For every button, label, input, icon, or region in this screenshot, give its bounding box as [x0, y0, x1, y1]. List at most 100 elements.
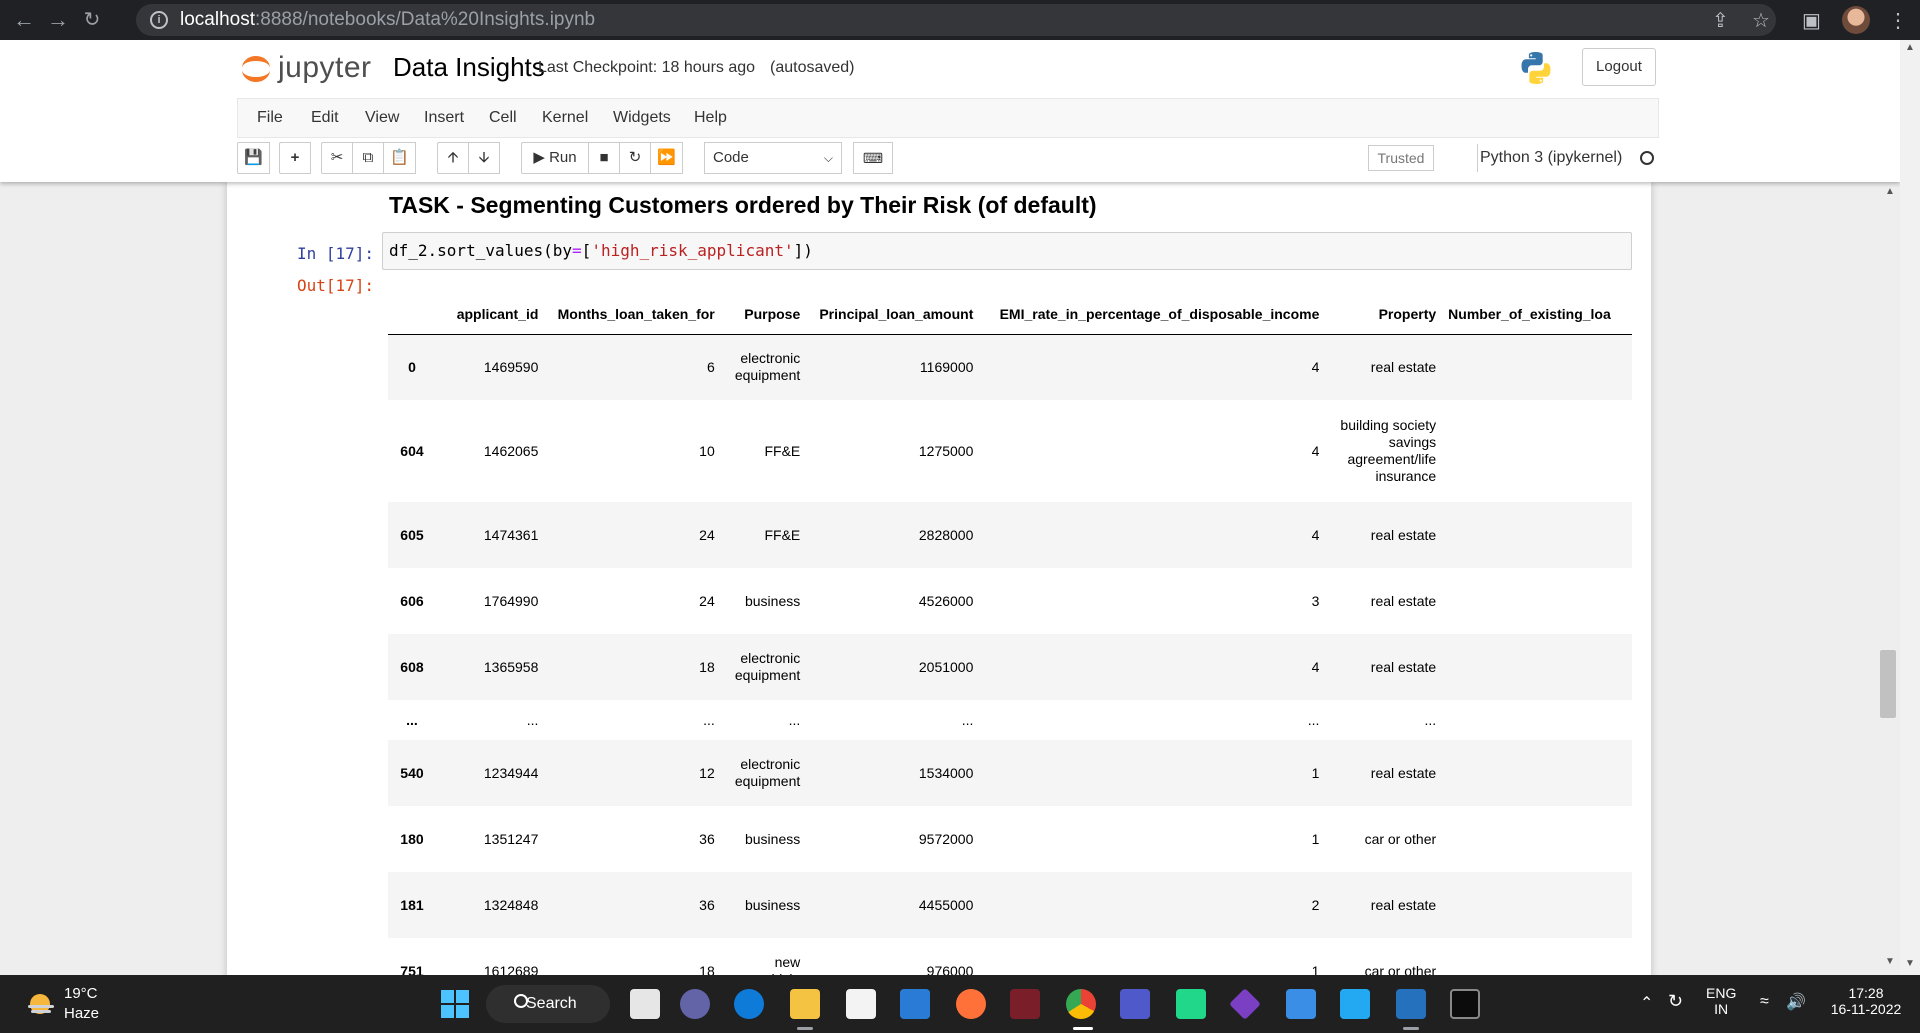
cell-purpose: new vehicle [757, 954, 801, 975]
taskbar-search[interactable]: Search [486, 985, 610, 1023]
language-indicator[interactable]: ENG IN [1706, 985, 1736, 1017]
tray-overflow-icon[interactable]: ⌃ [1640, 993, 1653, 1013]
interrupt-icon[interactable]: ■ [588, 142, 620, 174]
url-path: :8888/notebooks/Data%20Insights.ipynb [255, 9, 596, 30]
menu-help[interactable]: Help [694, 109, 727, 127]
share-icon[interactable]: ⇪ [1712, 8, 1729, 33]
reload-icon[interactable]: ↻ [78, 6, 106, 34]
pycharm-icon[interactable] [1176, 989, 1206, 1019]
cut-icon[interactable]: ✂ [321, 142, 353, 174]
column-header-existing-loans: Number_of_existing_loa [1448, 305, 1611, 322]
restart-run-all-icon[interactable]: ⏩ [650, 142, 683, 174]
menu-widgets[interactable]: Widgets [613, 109, 671, 127]
forward-icon[interactable]: → [44, 6, 72, 34]
column-header-index [388, 294, 436, 334]
browser-menu-icon[interactable]: ⋮ [1888, 8, 1908, 33]
chat-icon[interactable] [680, 989, 710, 1019]
page-scrollbar[interactable]: ▲ ▼ [1900, 40, 1920, 975]
column-header-months: Months_loan_taken_for [557, 305, 715, 322]
menu-cell[interactable]: Cell [489, 109, 517, 127]
terminal-icon[interactable] [1450, 989, 1480, 1019]
checkpoint-status: Last Checkpoint: 18 hours ago [538, 59, 756, 76]
cell-type-value: Code [713, 149, 749, 166]
notebook-scroll-up-icon[interactable]: ▲ [1882, 186, 1898, 200]
edge-icon[interactable] [734, 989, 764, 1019]
cell-amount: 4526000 [918, 592, 974, 609]
code-cell-input[interactable]: df_2.sort_values(by=['high_risk_applican… [382, 232, 1632, 270]
teams-icon[interactable] [1120, 989, 1150, 1019]
cell-property: real estate [1370, 896, 1437, 913]
insert-cell-icon[interactable]: + [279, 142, 311, 174]
scroll-up-icon[interactable]: ▲ [1902, 42, 1918, 56]
jupyter-page: jupyter Data Insights Last Checkpoint: 1… [0, 40, 1900, 975]
logo-text: jupyter [278, 51, 372, 84]
save-icon[interactable]: 💾 [237, 142, 270, 174]
mail-icon[interactable] [900, 989, 930, 1019]
firefox-icon[interactable] [956, 989, 986, 1019]
cell-applicant-id: 1324848 [483, 896, 539, 913]
clock[interactable]: 17:28 16-11-2022 [1826, 985, 1906, 1017]
store-icon[interactable] [846, 989, 876, 1019]
jupyter-logo[interactable]: jupyter [242, 50, 372, 86]
cell-type-select[interactable]: Code ⌵ [704, 142, 842, 174]
chrome-icon[interactable] [1066, 989, 1096, 1019]
table-row: 0 1469590 6 electronic equipment 1169000… [388, 334, 1632, 400]
column-header-emi: EMI_rate_in_percentage_of_disposable_inc… [999, 305, 1320, 322]
volume-icon[interactable]: 🔊 [1786, 992, 1806, 1012]
file-explorer-icon[interactable] [790, 989, 820, 1019]
cell-property: real estate [1370, 358, 1437, 375]
notebook-scroll-thumb[interactable] [1880, 650, 1896, 718]
notebook-title[interactable]: Data Insights [393, 52, 545, 83]
move-down-icon[interactable]: 🡫 [468, 142, 500, 174]
keyboard-shortcuts-icon[interactable]: ⌨ [853, 142, 893, 174]
vscode-icon[interactable] [1340, 989, 1370, 1019]
weather-temperature[interactable]: 19°C [64, 985, 98, 1002]
cell-applicant-id: 1612689 [483, 962, 539, 976]
menu-kernel[interactable]: Kernel [542, 109, 588, 127]
move-up-icon[interactable]: 🡩 [437, 142, 469, 174]
cell-purpose: business [744, 830, 801, 847]
back-icon[interactable]: ← [10, 6, 38, 34]
run-button[interactable]: ▶ Run [521, 142, 589, 174]
menu-insert[interactable]: Insert [424, 109, 464, 127]
task-view-icon[interactable] [630, 989, 660, 1019]
row-index: 606 [400, 593, 424, 609]
scroll-down-icon[interactable]: ▼ [1902, 958, 1918, 972]
visual-studio-installer-icon[interactable] [1229, 988, 1261, 1020]
windows-start-icon[interactable] [440, 989, 470, 1019]
cell-emi: 1 [1311, 962, 1320, 976]
explorer-active-indicator [797, 1027, 813, 1030]
bookmark-star-icon[interactable]: ☆ [1752, 8, 1770, 33]
cell-emi: 3 [1311, 592, 1320, 609]
table-row-ellipsis: ... ... ... ... ... ... ... [388, 700, 1632, 740]
row-index: ... [406, 712, 418, 728]
menu-view[interactable]: View [365, 109, 399, 127]
game-app-icon[interactable] [1010, 989, 1040, 1019]
cell-existing-loans [1442, 806, 1632, 872]
trusted-indicator[interactable]: Trusted [1368, 145, 1434, 171]
notepad-icon[interactable] [1286, 989, 1316, 1019]
weather-description[interactable]: Haze [64, 1005, 99, 1022]
sidepanel-icon[interactable]: ▣ [1802, 8, 1821, 33]
notebook-scroll-down-icon[interactable]: ▼ [1882, 956, 1898, 970]
cell-amount: 9572000 [918, 830, 974, 847]
menu-file[interactable]: File [257, 109, 283, 127]
powershell-icon[interactable] [1396, 989, 1426, 1019]
address-bar[interactable]: localhost:8888/notebooks/Data%20Insights… [136, 4, 1776, 36]
code-suffix: ]) [793, 241, 813, 260]
profile-avatar[interactable] [1842, 6, 1870, 34]
cell-applicant-id: 1365958 [483, 658, 539, 675]
restart-icon[interactable]: ↻ [619, 142, 651, 174]
paste-icon[interactable]: 📋 [383, 142, 416, 174]
onedrive-sync-icon[interactable]: ↻ [1668, 991, 1683, 1012]
menu-edit[interactable]: Edit [311, 109, 339, 127]
region-code: IN [1714, 1001, 1729, 1017]
code-operator: = [572, 241, 582, 260]
copy-icon[interactable]: ⧉ [352, 142, 384, 174]
cell-amount: 2828000 [918, 526, 974, 543]
input-prompt: In [17]: [297, 244, 375, 263]
wifi-icon[interactable]: ≈ [1760, 993, 1769, 1011]
kernel-name[interactable]: Python 3 (ipykernel) [1480, 149, 1622, 167]
site-info-icon[interactable]: i [150, 11, 168, 29]
logout-button[interactable]: Logout [1582, 48, 1656, 86]
